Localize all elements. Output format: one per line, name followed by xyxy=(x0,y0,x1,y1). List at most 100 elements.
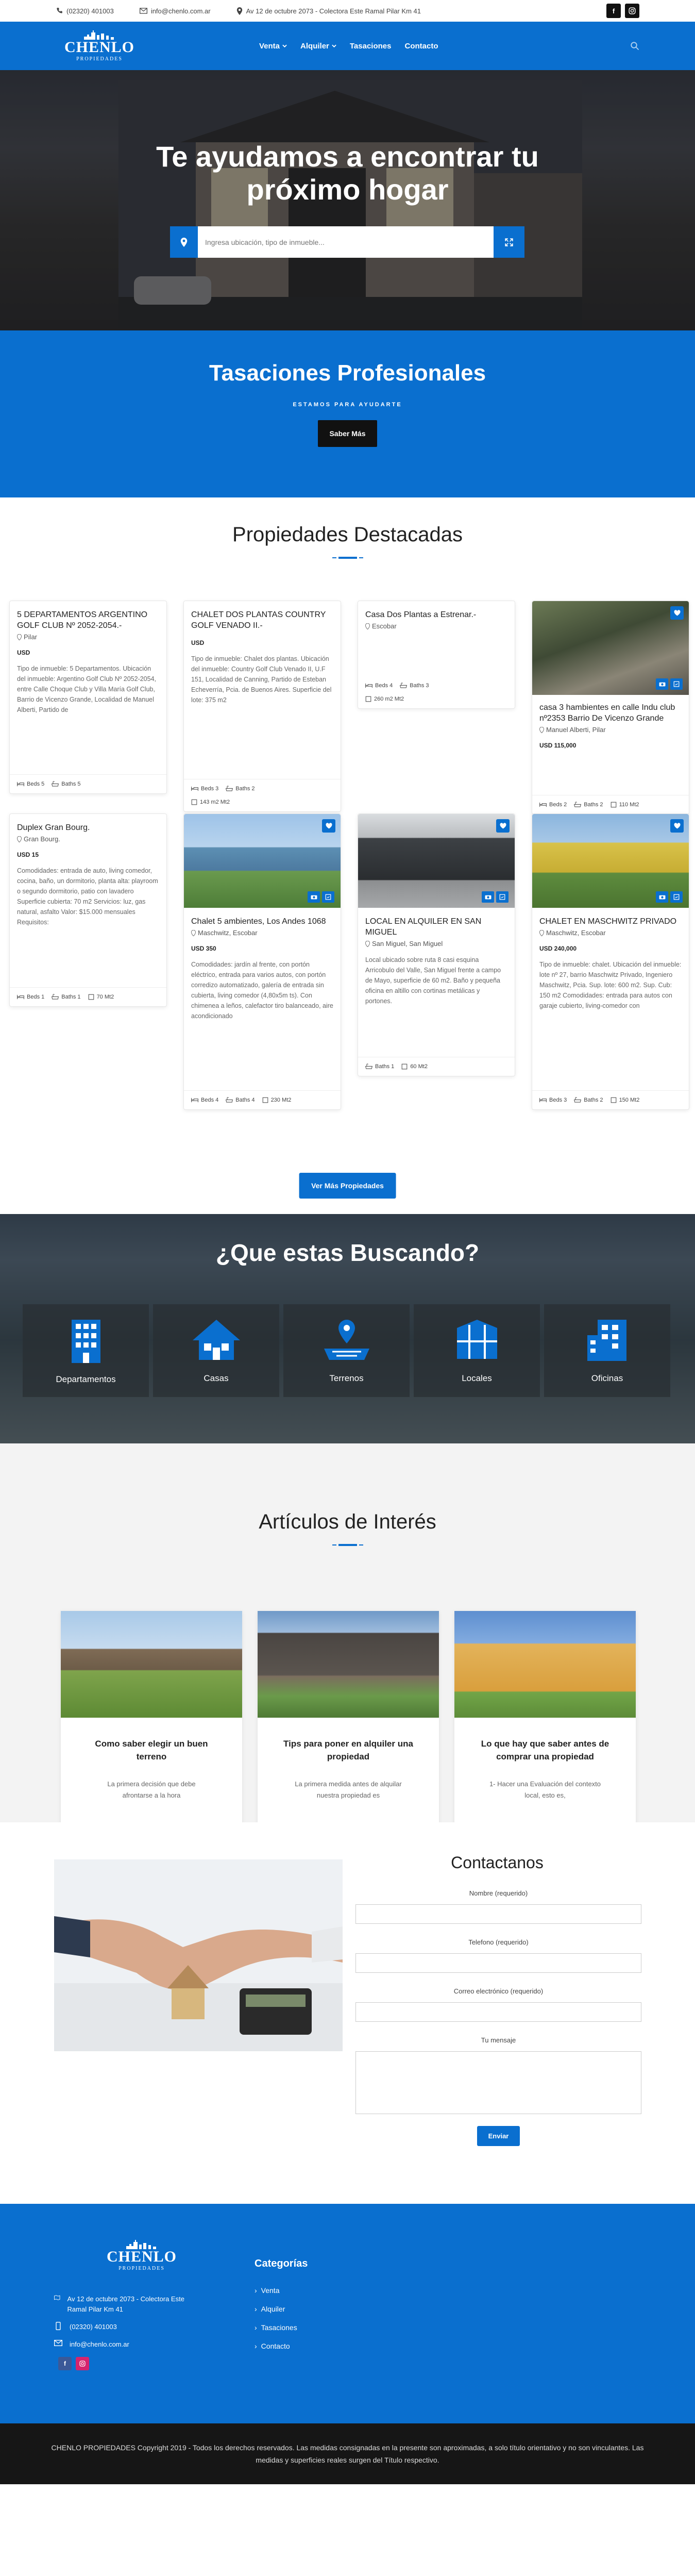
article-card[interactable]: Como saber elegir un buen terreno La pri… xyxy=(61,1611,242,1836)
camera-icon[interactable] xyxy=(656,891,668,903)
send-button[interactable]: Enviar xyxy=(477,2126,520,2146)
area-icon xyxy=(365,696,371,702)
article-card[interactable]: Tips para poner en alquiler una propieda… xyxy=(258,1611,439,1836)
property-card[interactable]: Casa Dos Plantas a Estrenar.- Escobar Be… xyxy=(358,601,515,709)
expand-icon[interactable] xyxy=(494,226,524,258)
property-image[interactable] xyxy=(532,601,689,695)
footer-logo[interactable]: CHENLO PROPIEDADES xyxy=(98,2240,185,2271)
article-card[interactable]: Lo que hay que saber antes de comprar un… xyxy=(454,1611,636,1836)
article-image[interactable] xyxy=(454,1611,636,1718)
footer-phone[interactable]: (02320) 401003 xyxy=(54,2322,193,2332)
nav-item-venta[interactable]: Venta xyxy=(259,42,287,51)
nav-item-alquiler[interactable]: Alquiler xyxy=(300,42,336,51)
area-feature: 260 m2 Mt2 xyxy=(365,696,507,702)
category-label: Terrenos xyxy=(329,1373,364,1383)
property-title[interactable]: Casa Dos Plantas a Estrenar.- xyxy=(365,609,507,620)
camera-icon[interactable] xyxy=(656,678,668,690)
property-image[interactable] xyxy=(532,814,689,908)
facebook-icon[interactable]: f xyxy=(58,2357,72,2370)
footer-link[interactable]: Alquiler xyxy=(255,2305,297,2313)
brand-logo[interactable]: CHENLO PROPIEDADES xyxy=(56,30,143,62)
property-title[interactable]: Duplex Gran Bourg. xyxy=(17,822,159,833)
ver-mas-propiedades-button[interactable]: Ver Más Propiedades xyxy=(299,1173,396,1199)
footer-email[interactable]: info@chenlo.com.ar xyxy=(54,2339,193,2350)
property-location: Maschwitz, Escobar xyxy=(191,929,333,937)
property-title[interactable]: CHALET EN MASCHWITZ PRIVADO xyxy=(539,916,682,927)
instagram-icon[interactable] xyxy=(625,4,639,18)
gallery-icon[interactable] xyxy=(322,891,334,903)
property-desc: Tipo de inmueble: Chalet dos plantas. Ub… xyxy=(191,655,332,704)
footer-link[interactable]: Venta xyxy=(255,2286,297,2295)
topbar-phone[interactable]: (02320) 401003 xyxy=(56,7,114,15)
copyright-bar: CHENLO PROPIEDADES Copyright 2019 - Todo… xyxy=(0,2423,695,2484)
property-card[interactable]: casa 3 hambientes en calle Indu club nº2… xyxy=(532,601,689,815)
heart-icon[interactable] xyxy=(670,606,684,620)
heart-icon[interactable] xyxy=(670,819,684,833)
map-pin-icon xyxy=(17,836,22,842)
property-card[interactable]: CHALET EN MASCHWITZ PRIVADO Maschwitz, E… xyxy=(532,813,689,1110)
category-oficinas[interactable]: Oficinas xyxy=(544,1304,670,1397)
camera-icon[interactable] xyxy=(482,891,494,903)
hero-search-input[interactable] xyxy=(198,226,494,258)
topbar-email-text: info@chenlo.com.ar xyxy=(150,7,211,15)
saber-mas-button[interactable]: Saber Más xyxy=(318,420,377,447)
heart-icon[interactable] xyxy=(322,819,335,833)
nav-item-tasaciones[interactable]: Tasaciones xyxy=(350,42,392,51)
property-card[interactable]: Duplex Gran Bourg. Gran Bourg. USD 15 Co… xyxy=(9,813,167,1007)
article-title[interactable]: Como saber elegir un buen terreno xyxy=(81,1737,222,1763)
property-card[interactable]: Chalet 5 ambientes, Los Andes 1068 Masch… xyxy=(183,813,341,1110)
property-location: Manuel Alberti, Pilar xyxy=(539,726,682,734)
property-price: USD 240,000 xyxy=(539,945,577,952)
category-locales[interactable]: Locales xyxy=(414,1304,540,1397)
footer-link[interactable]: Tasaciones xyxy=(255,2323,297,2332)
property-card[interactable]: CHALET DOS PLANTAS COUNTRY GOLF VENADO I… xyxy=(183,601,341,812)
area-icon xyxy=(611,802,616,808)
property-features: Beds 4 Baths 4 230 Mt2 xyxy=(184,1090,341,1109)
camera-icon[interactable] xyxy=(308,891,320,903)
name-field[interactable] xyxy=(355,1904,641,1924)
nav-item-contacto[interactable]: Contacto xyxy=(404,42,438,51)
category-casas[interactable]: Casas xyxy=(153,1304,279,1397)
property-title[interactable]: 5 DEPARTAMENTOS ARGENTINO GOLF CLUB Nº 2… xyxy=(17,609,159,631)
property-features: Beds 3 Baths 2 150 Mt2 xyxy=(532,1090,689,1109)
article-title[interactable]: Tips para poner en alquiler una propieda… xyxy=(278,1737,418,1763)
email-field[interactable] xyxy=(355,2002,641,2022)
property-title[interactable]: LOCAL EN ALQUILER EN SAN MIGUEL xyxy=(365,916,507,938)
article-image[interactable] xyxy=(61,1611,242,1718)
brand-sub: PROPIEDADES xyxy=(118,2266,165,2271)
title-underline xyxy=(332,1544,363,1546)
topbar-email[interactable]: info@chenlo.com.ar xyxy=(139,7,211,15)
property-title[interactable]: Chalet 5 ambientes, Los Andes 1068 xyxy=(191,916,333,927)
footer-link[interactable]: Contacto xyxy=(255,2342,297,2350)
phone-icon xyxy=(57,8,62,13)
property-features: Beds 4 Baths 3 260 m2 Mt2 xyxy=(358,676,515,708)
property-title[interactable]: casa 3 hambientes en calle Indu club nº2… xyxy=(539,702,682,724)
property-card[interactable]: 5 DEPARTAMENTOS ARGENTINO GOLF CLUB Nº 2… xyxy=(9,601,167,794)
property-image[interactable] xyxy=(184,814,341,908)
phone-field[interactable] xyxy=(355,1953,641,1973)
heart-icon[interactable] xyxy=(496,819,510,833)
beds-feature: Beds 2 xyxy=(539,802,567,808)
area-feature: 143 m2 Mt2 xyxy=(191,799,333,805)
message-field[interactable] xyxy=(355,2051,641,2114)
map-pin-icon xyxy=(365,940,370,947)
gallery-icon[interactable] xyxy=(670,678,683,690)
property-card[interactable]: LOCAL EN ALQUILER EN SAN MIGUEL San Migu… xyxy=(358,813,515,1076)
gallery-icon[interactable] xyxy=(496,891,508,903)
category-terrenos[interactable]: Terrenos xyxy=(283,1304,410,1397)
article-title[interactable]: Lo que hay que saber antes de comprar un… xyxy=(475,1737,615,1763)
featured-properties: Propiedades Destacadas 5 DEPARTAMENTOS A… xyxy=(0,497,695,1214)
property-image[interactable] xyxy=(358,814,515,908)
baths-feature: Baths 2 xyxy=(226,786,255,792)
gallery-icon[interactable] xyxy=(670,891,683,903)
search-icon[interactable] xyxy=(630,41,639,51)
area-feature: 150 Mt2 xyxy=(611,1097,639,1103)
house-icon xyxy=(192,1320,240,1360)
footer-categories-title: Categorías xyxy=(255,2258,308,2269)
property-title[interactable]: CHALET DOS PLANTAS COUNTRY GOLF VENADO I… xyxy=(191,609,333,631)
map-icon xyxy=(54,2295,60,2300)
category-departamentos[interactable]: Departamentos xyxy=(23,1304,149,1397)
instagram-icon[interactable] xyxy=(76,2357,89,2370)
article-image[interactable] xyxy=(258,1611,439,1718)
facebook-icon[interactable]: f xyxy=(606,4,621,18)
